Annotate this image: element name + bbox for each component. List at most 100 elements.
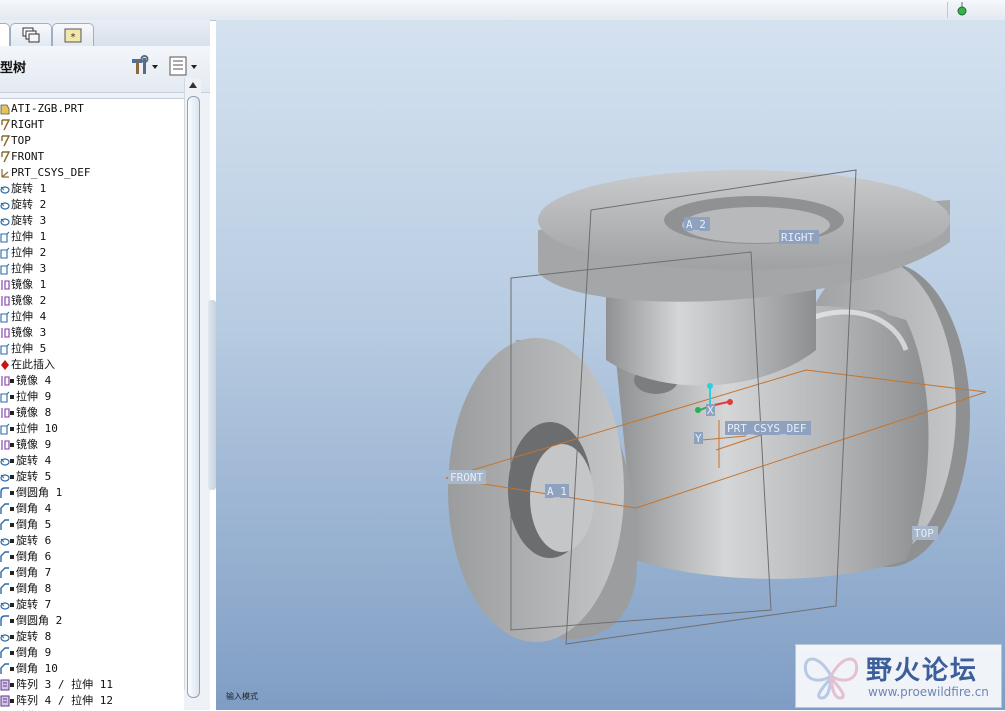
scroll-thumb[interactable] bbox=[187, 96, 200, 698]
tree-item[interactable]: 拉伸 3 bbox=[0, 261, 184, 277]
tree-item[interactable]: 倒角 8 bbox=[0, 581, 184, 597]
tree-item[interactable]: 旋转 1 bbox=[0, 181, 184, 197]
tree-item-label: 旋转 5 bbox=[16, 470, 52, 483]
tree-item-label: 旋转 3 bbox=[11, 214, 47, 227]
pattern-icon bbox=[0, 679, 10, 691]
tree-item[interactable]: 倒圆角 1 bbox=[0, 485, 184, 501]
round-icon bbox=[0, 615, 9, 626]
tree-item[interactable]: 镜像 8 bbox=[0, 405, 184, 421]
tree-item[interactable]: 倒角 7 bbox=[0, 565, 184, 581]
graphics-viewport[interactable]: A_2 RIGHT PRT_CSYS_DEF FRONT A_1 TOP X Y… bbox=[216, 20, 1005, 710]
tree-item[interactable]: 拉伸 10 bbox=[0, 421, 184, 437]
tree-item-label: 旋转 7 bbox=[16, 598, 52, 611]
tree-item[interactable]: 旋转 3 bbox=[0, 213, 184, 229]
tree-item[interactable]: 拉伸 1 bbox=[0, 229, 184, 245]
tree-item[interactable]: 旋转 7 bbox=[0, 597, 184, 613]
tree-scrollbar[interactable] bbox=[184, 78, 201, 698]
tree-item[interactable]: TOP bbox=[0, 133, 184, 149]
tree-item[interactable]: ATI-ZGB.PRT bbox=[0, 101, 184, 117]
status-light-icon[interactable] bbox=[957, 2, 967, 16]
datum-tag-front[interactable]: FRONT bbox=[448, 470, 486, 484]
tree-item[interactable]: 镜像 9 bbox=[0, 437, 184, 453]
model-tree: ATI-ZGB.PRT RIGHT TOP FRONT PRT_CSYS_DEF 旋转 1… bbox=[0, 98, 184, 711]
model-tree-title: 型树 bbox=[0, 61, 27, 76]
scroll-up-arrow-icon[interactable] bbox=[187, 80, 199, 90]
tree-item[interactable]: 拉伸 2 bbox=[0, 245, 184, 261]
tree-item[interactable]: 倒圆角 2 bbox=[0, 613, 184, 629]
tree-item[interactable]: 拉伸 9 bbox=[0, 389, 184, 405]
tree-item-label: 在此插入 bbox=[11, 358, 55, 371]
list-view-icon bbox=[169, 56, 187, 76]
tree-item[interactable]: 倒角 10 bbox=[0, 661, 184, 677]
svg-text:X: X bbox=[707, 404, 714, 417]
watermark: 野火论坛 www.proewildfire.cn bbox=[795, 644, 1002, 708]
left-flange[interactable] bbox=[448, 338, 638, 642]
svg-text:PRT_CSYS_DEF: PRT_CSYS_DEF bbox=[727, 422, 806, 435]
tab-favorites[interactable]: * bbox=[52, 23, 94, 46]
panel-sash[interactable] bbox=[208, 300, 216, 490]
tree-item[interactable]: 拉伸 4 bbox=[0, 309, 184, 325]
tree-item-label: 拉伸 3 bbox=[11, 262, 47, 275]
tree-item[interactable]: 阵列 3 / 拉伸 11 bbox=[0, 677, 184, 693]
tree-item[interactable]: 阵列 4 / 拉伸 12 bbox=[0, 693, 184, 709]
datum-tag-a1[interactable]: A_1 bbox=[545, 484, 569, 498]
tree-item[interactable]: 旋转 4 bbox=[0, 453, 184, 469]
revolve-icon bbox=[0, 202, 10, 210]
revolve-icon bbox=[0, 538, 10, 546]
tree-item-label: 拉伸 10 bbox=[16, 422, 58, 435]
suppressed-marker bbox=[10, 411, 14, 415]
model-tree-header: 型树 bbox=[0, 46, 210, 93]
star-folder-icon: * bbox=[64, 28, 82, 43]
tree-item-label: 倒圆角 2 bbox=[16, 614, 63, 627]
csys-icon bbox=[1, 169, 9, 178]
navigator-tabs: * bbox=[0, 20, 210, 46]
revolve-icon bbox=[0, 458, 10, 466]
hammer-wrench-icon bbox=[132, 55, 149, 74]
tab-layers[interactable] bbox=[10, 23, 52, 46]
chamfer-icon bbox=[0, 503, 9, 514]
datum-tag-csys[interactable]: PRT_CSYS_DEF bbox=[725, 421, 811, 435]
svg-text:A_1: A_1 bbox=[547, 485, 567, 498]
tree-item[interactable]: 倒角 9 bbox=[0, 645, 184, 661]
tree-item[interactable]: 拉伸 5 bbox=[0, 341, 184, 357]
mirror-icon bbox=[1, 280, 10, 290]
tree-item[interactable]: 在此插入 bbox=[0, 357, 184, 373]
tree-item[interactable]: 旋转 6 bbox=[0, 533, 184, 549]
tree-item[interactable]: 旋转 8 bbox=[0, 629, 184, 645]
tree-item[interactable]: 倒角 5 bbox=[0, 517, 184, 533]
tab-model-tree[interactable] bbox=[0, 23, 10, 46]
tree-item[interactable]: 镜像 4 bbox=[0, 373, 184, 389]
tree-show-button[interactable] bbox=[168, 55, 200, 77]
tree-item[interactable]: FRONT bbox=[0, 149, 184, 165]
suppressed-marker bbox=[10, 507, 14, 511]
suppressed-marker bbox=[10, 491, 14, 495]
extrude-icon bbox=[0, 263, 10, 275]
butterfly-logo-icon bbox=[803, 657, 859, 700]
suppressed-marker bbox=[10, 443, 14, 447]
suppressed-marker bbox=[10, 587, 14, 591]
tree-item-label: RIGHT bbox=[11, 118, 45, 131]
tree-item[interactable]: RIGHT bbox=[0, 117, 184, 133]
tree-item[interactable]: 旋转 2 bbox=[0, 197, 184, 213]
datum-tag-a2[interactable]: A_2 bbox=[684, 217, 710, 231]
datum-tag-top[interactable]: TOP bbox=[912, 526, 938, 540]
tree-settings-button[interactable] bbox=[130, 55, 160, 77]
tree-item[interactable]: PRT_CSYS_DEF bbox=[0, 165, 184, 181]
tree-item-label: 镜像 3 bbox=[11, 326, 47, 339]
tree-item[interactable]: 倒角 4 bbox=[0, 501, 184, 517]
watermark-url: www.proewildfire.cn bbox=[868, 685, 989, 699]
datum-tag-right[interactable]: RIGHT bbox=[779, 230, 819, 244]
tree-item[interactable]: 镜像 3 bbox=[0, 325, 184, 341]
tree-item-label: 倒角 7 bbox=[16, 566, 52, 579]
tree-item[interactable]: 倒角 6 bbox=[0, 549, 184, 565]
svg-text:A_2: A_2 bbox=[686, 218, 706, 231]
tree-item-label: 拉伸 1 bbox=[11, 230, 47, 243]
tree-item-label: TOP bbox=[11, 134, 31, 147]
tree-item[interactable]: 旋转 5 bbox=[0, 469, 184, 485]
tree-item[interactable]: 镜像 2 bbox=[0, 293, 184, 309]
tree-item[interactable]: 镜像 1 bbox=[0, 277, 184, 293]
datum-plane-icon bbox=[1, 151, 10, 163]
part-icon bbox=[0, 104, 10, 115]
tree-item-label: 阵列 4 / 拉伸 12 bbox=[16, 694, 113, 707]
suppressed-marker bbox=[10, 555, 14, 559]
